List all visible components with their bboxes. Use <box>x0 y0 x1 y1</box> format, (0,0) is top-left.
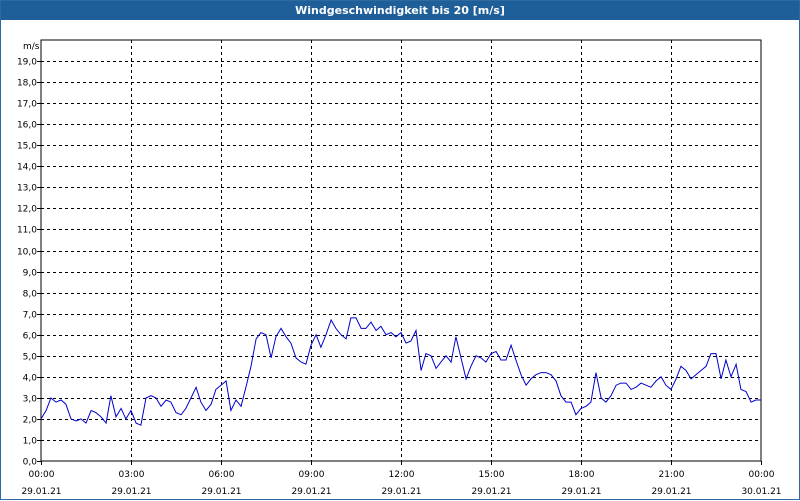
x-tick-date-label: 29.01.21 <box>651 487 691 497</box>
y-tick-label: 11,0 <box>17 226 37 236</box>
x-tick-date-label: 29.01.21 <box>291 487 331 497</box>
y-tick-label: 7,0 <box>23 311 38 321</box>
y-tick-label: 3,0 <box>23 395 38 405</box>
x-tick-time-label: 21:00 <box>659 470 685 480</box>
y-tick-label: 8,0 <box>23 290 38 300</box>
x-tick-date-label: 29.01.21 <box>201 487 241 497</box>
x-tick-time-label: 00:00 <box>749 470 775 480</box>
x-tick-date-label: 30.01.21 <box>741 487 781 497</box>
x-tick-time-label: 12:00 <box>389 470 415 480</box>
x-tick-date-label: 29.01.21 <box>471 487 511 497</box>
x-tick-time-label: 03:00 <box>119 470 145 480</box>
y-tick-label: 6,0 <box>23 332 38 342</box>
x-tick-date-label: 29.01.21 <box>21 487 61 497</box>
y-tick-label: 0,0 <box>23 458 38 468</box>
grid-lines <box>41 40 761 461</box>
y-tick-label: 2,0 <box>23 416 38 426</box>
x-tick-date-label: 29.01.21 <box>111 487 151 497</box>
y-tick-label: 19,0 <box>17 58 37 68</box>
wind-speed-chart: m/s 0,0 1,0 2,0 3,0 4,0 5,0 6,0 7,0 8,0 9,0 10,0 11… <box>17 39 782 497</box>
x-axis-ticks: 00:00 29.01.21 03:00 29.01.21 06:00 29.01.21 0… <box>21 461 782 497</box>
y-tick-label: 5,0 <box>23 353 38 363</box>
y-axis-ticks: 0,0 1,0 2,0 3,0 4,0 5,0 6,0 7,0 8,0 9,0 10,0 11,0 12… <box>17 58 41 468</box>
y-tick-label: 1,0 <box>23 437 38 447</box>
x-tick-date-label: 29.01.21 <box>561 487 601 497</box>
y-tick-label: 15,0 <box>17 142 37 152</box>
x-tick-date-label: 29.01.21 <box>381 487 421 497</box>
y-tick-label: 14,0 <box>17 163 37 173</box>
y-tick-label: 17,0 <box>17 100 37 110</box>
x-tick-time-label: 18:00 <box>569 470 595 480</box>
x-tick-time-label: 00:00 <box>29 470 55 480</box>
y-tick-label: 13,0 <box>17 184 37 194</box>
x-tick-time-label: 06:00 <box>209 470 235 480</box>
y-axis-unit-label: m/s <box>23 42 40 52</box>
y-tick-label: 12,0 <box>17 205 37 215</box>
y-tick-label: 18,0 <box>17 79 37 89</box>
x-tick-time-label: 09:00 <box>299 470 325 480</box>
y-tick-label: 4,0 <box>23 374 38 384</box>
y-tick-label: 9,0 <box>23 269 38 279</box>
chart-window: Windgeschwindigkeit bis 20 [m/s] m/s 0,0… <box>0 0 800 500</box>
y-tick-label: 16,0 <box>17 121 37 131</box>
y-tick-label: 10,0 <box>17 248 37 258</box>
x-tick-time-label: 15:00 <box>479 470 505 480</box>
